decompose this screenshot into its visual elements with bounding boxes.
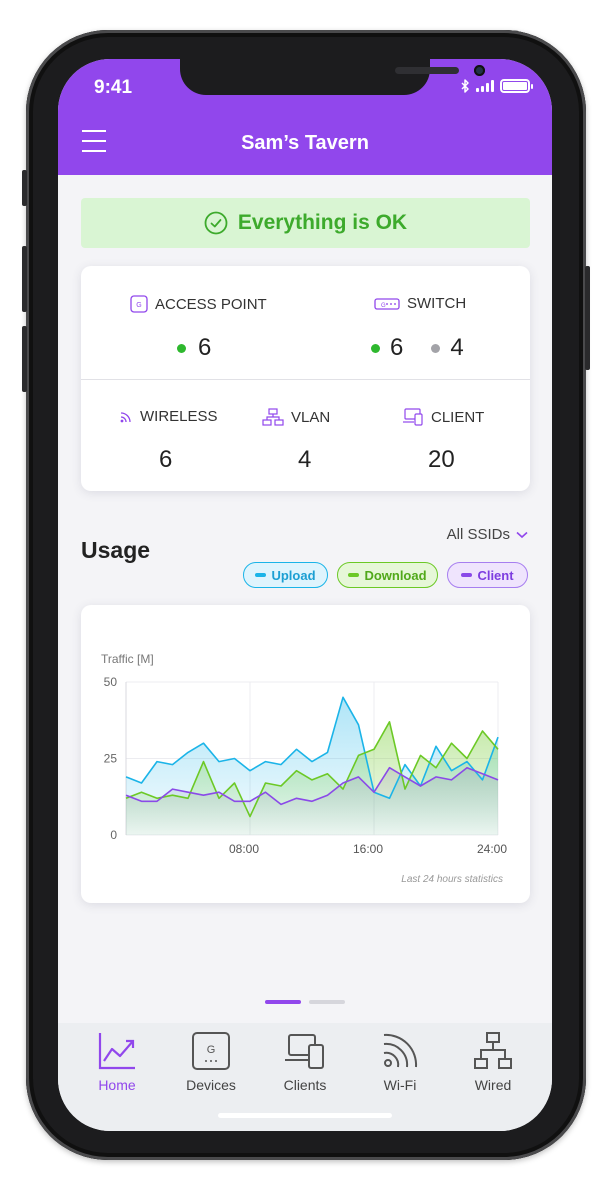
device-stats-card: G ACCESS POINT 6 G SWITCH 6 4 WIRELESS 6… — [81, 266, 530, 491]
bluetooth-icon — [461, 79, 469, 93]
status-time: 9:41 — [94, 77, 133, 98]
switch-stat[interactable]: G SWITCH — [374, 295, 466, 312]
online-dot — [177, 343, 186, 353]
app-header: 9:41 Sam’s Tavern — [58, 59, 552, 175]
tab-wired-label: Wired — [474, 1077, 512, 1093]
wireless-stat[interactable]: WIRELESS — [119, 408, 218, 425]
device-g-icon: G — [192, 1032, 230, 1070]
home-indicator[interactable] — [218, 1113, 392, 1118]
volume-up-button — [22, 246, 27, 312]
chart-note: Last 24 hours statistics — [401, 874, 503, 885]
stats-divider — [81, 379, 530, 380]
svg-text:G: G — [136, 302, 141, 309]
signal-icon — [476, 80, 494, 92]
chart-y-label: Traffic [M] — [101, 652, 154, 666]
tab-clients-label: Clients — [283, 1077, 327, 1093]
tab-wifi-label: Wi-Fi — [383, 1077, 417, 1093]
power-button — [585, 266, 590, 370]
chart-line-icon — [98, 1033, 135, 1070]
chevron-down-icon — [516, 531, 528, 538]
svg-text:G: G — [381, 303, 386, 309]
pager-dot[interactable] — [309, 1000, 345, 1004]
x-tick-label: 16:00 — [353, 842, 383, 856]
switch-online-value: 6 — [390, 334, 404, 361]
tab-clients[interactable]: Clients — [260, 1031, 350, 1093]
pager-dot-active[interactable] — [265, 1000, 301, 1004]
download-legend-swatch — [348, 573, 360, 577]
client-device-icon — [403, 408, 423, 426]
upload-legend-swatch — [255, 573, 267, 577]
tab-wired[interactable]: Wired — [448, 1031, 538, 1093]
client-legend-label: Client — [477, 567, 514, 583]
ssid-filter-dropdown[interactable]: All SSIDs — [447, 526, 528, 543]
access-point-count: 6 — [177, 334, 211, 362]
client-legend-toggle[interactable]: Client — [447, 562, 528, 588]
mute-switch — [22, 170, 27, 206]
tab-devices-label: Devices — [186, 1077, 236, 1093]
client-count: 20 — [428, 446, 455, 473]
wifi-icon — [383, 1033, 418, 1068]
tab-wifi[interactable]: Wi-Fi — [355, 1031, 445, 1093]
x-tick-label: 24:00 — [477, 842, 507, 856]
speaker-grille — [395, 67, 459, 74]
vlan-icon — [262, 408, 284, 426]
upload-legend-toggle[interactable]: Upload — [243, 562, 328, 588]
status-banner: Everything is OK — [81, 198, 530, 248]
usage-chart: Traffic [M] Last 24 hours statistics 50 2… — [101, 652, 507, 885]
client-legend-swatch — [461, 573, 473, 577]
switch-icon: G — [374, 297, 400, 310]
vlan-label: VLAN — [291, 408, 331, 426]
tab-devices[interactable]: G Devices — [166, 1031, 256, 1093]
access-point-online-value: 6 — [198, 334, 212, 361]
switch-offline-value: 4 — [450, 334, 464, 361]
laptop-phone-icon — [285, 1034, 324, 1069]
access-point-stat[interactable]: G ACCESS POINT — [130, 295, 267, 313]
vlan-stat[interactable]: VLAN — [262, 408, 330, 426]
client-stat[interactable]: CLIENT — [402, 408, 484, 426]
app-screen: 9:41 Sam’s Tavern Everything is OK G ACC… — [58, 59, 552, 1131]
online-dot — [371, 343, 380, 353]
vlan-count: 4 — [298, 446, 312, 473]
wireless-label: WIRELESS — [140, 408, 218, 425]
battery-icon — [500, 79, 533, 93]
y-tick-label: 25 — [104, 752, 118, 766]
offline-dot — [431, 343, 441, 353]
check-circle-icon — [204, 211, 228, 235]
page-title: Sam’s Tavern — [241, 132, 369, 154]
ssid-filter-value: All SSIDs — [446, 526, 510, 543]
y-tick-label: 0 — [110, 828, 117, 842]
access-point-icon: G — [130, 295, 148, 313]
x-tick-label: 08:00 — [229, 842, 259, 856]
status-icons — [461, 79, 533, 93]
wireless-count: 6 — [159, 446, 173, 473]
y-tick-label: 50 — [104, 675, 118, 689]
download-legend-toggle[interactable]: Download — [337, 562, 438, 588]
client-label: CLIENT — [431, 408, 485, 426]
svg-text:G: G — [207, 1044, 216, 1056]
switch-label: SWITCH — [407, 295, 467, 312]
upload-legend-label: Upload — [271, 567, 316, 583]
front-camera — [474, 65, 485, 76]
wifi-small-icon — [120, 411, 131, 422]
access-point-label: ACCESS POINT — [155, 295, 267, 313]
notch — [180, 59, 485, 95]
usage-chart-card: Traffic [M] Last 24 hours statistics 50 2… — [81, 605, 530, 903]
status-text: Everything is OK — [237, 211, 408, 234]
switch-count: 6 4 — [371, 334, 464, 362]
network-icon — [474, 1032, 512, 1069]
tab-home-label: Home — [98, 1077, 136, 1093]
usage-title: Usage — [81, 537, 151, 563]
tab-home[interactable]: Home — [72, 1031, 162, 1093]
volume-down-button — [22, 326, 27, 392]
download-legend-label: Download — [364, 567, 427, 583]
